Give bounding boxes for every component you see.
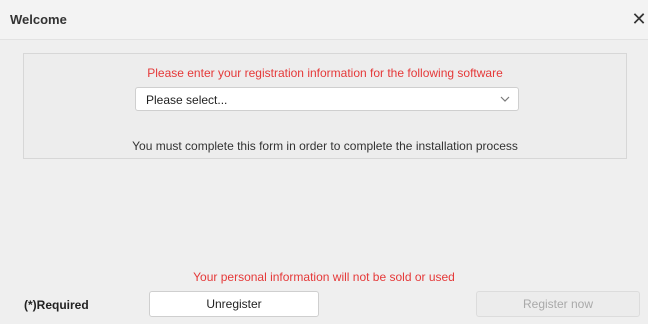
unregister-button[interactable]: Unregister <box>149 291 319 317</box>
chevron-down-icon <box>500 96 510 102</box>
close-icon: ✕ <box>631 9 647 29</box>
registration-panel: Please enter your registration informati… <box>23 53 627 159</box>
installation-note: You must complete this form in order to … <box>132 139 518 153</box>
registration-prompt: Please enter your registration informati… <box>147 66 503 80</box>
close-button[interactable]: ✕ <box>630 8 648 30</box>
required-label: (*)Required <box>24 298 89 312</box>
welcome-window: Welcome ✕ Please enter your registration… <box>0 0 648 324</box>
software-select-value: Please select... <box>146 93 228 107</box>
privacy-note: Your personal information will not be so… <box>193 270 455 284</box>
software-select[interactable]: Please select... <box>135 87 519 111</box>
title-bar: Welcome ✕ <box>0 0 648 40</box>
register-now-button[interactable]: Register now <box>476 291 640 317</box>
window-title: Welcome <box>10 12 67 27</box>
